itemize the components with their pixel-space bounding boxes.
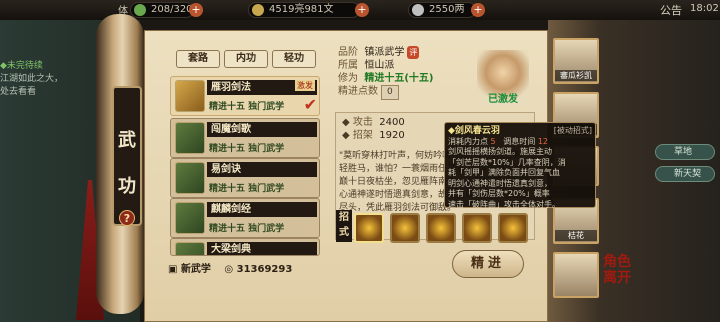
school-value: 恒山派 [364, 60, 395, 71]
tooltip-text: 「剑芒层数*10%」几率查阴，消 [448, 157, 566, 167]
skill-info: 品阶 镇派武学评 所属 恒山派 修为 精进十五(十五) 精进点数 0 [338, 46, 434, 100]
stamina-add-button[interactable]: + [189, 3, 203, 17]
coin-icon [252, 4, 264, 16]
role-label: 角色 [603, 254, 631, 270]
clock: 18:02 [690, 3, 719, 14]
cooldown-label: 调息时间 [503, 136, 536, 146]
character-portrait[interactable] [553, 252, 599, 298]
parry-label: 招架 [352, 130, 373, 141]
checkmark-icon: ✔ [303, 95, 317, 114]
skill-name: 麒麟剑经 [207, 202, 317, 217]
cost-value: 5 [490, 136, 496, 146]
tooltip-text: 耗「剑甲」满除负面并回复气血 [448, 168, 560, 177]
skill-item[interactable]: 大梁剑典 [170, 238, 320, 256]
grade-value: 镇派武学 [364, 47, 405, 58]
currency-add-button[interactable]: + [355, 3, 369, 17]
silver-add-button[interactable]: + [471, 3, 485, 17]
skill-desc: 精进十五 独门武学 [209, 184, 285, 194]
silver-counter: 2550两 + [408, 2, 485, 18]
tooltip-text: 明剑心通神遣时悟遗真剑意， [448, 178, 552, 188]
stats: ◆ 攻击 2400 ◆ 招架 1920 [342, 117, 405, 141]
move-icon[interactable] [354, 213, 384, 243]
stamina-icon [134, 4, 146, 16]
points-value: 31369293 [236, 264, 293, 275]
role-seal-button[interactable]: 角色 离开 [603, 254, 639, 286]
grass-button[interactable]: 草地 [655, 144, 715, 160]
tab-inner-skill[interactable]: 内功 [224, 50, 268, 68]
grass-label: 草地 [674, 147, 693, 157]
quest-tracker[interactable]: ◆未完待续 江湖如此之大， 处去看看 [0, 60, 110, 99]
moves-label: 招式 [336, 210, 352, 242]
level-label: 修为 [338, 73, 358, 84]
portrait-name: 審瓜衫凯 [555, 70, 597, 81]
parry-value: 1920 [379, 130, 405, 141]
skill-name: 闯魔剑歌 [207, 122, 317, 137]
skill-book-icon [175, 242, 205, 255]
page-title: 武功 [112, 86, 142, 226]
stamina-counter: 208/320 + [130, 2, 203, 18]
activated-label: 已激发 [488, 94, 518, 105]
skill-name: 易剑诀 [207, 162, 317, 177]
currency-counter: 4519亮981文 + [248, 2, 369, 18]
tooltip-text: 并有「剑伤层数*20%」概率 [448, 189, 550, 198]
skill-book-icon [175, 162, 205, 194]
points-display: ◎ 31369293 [224, 264, 293, 275]
activated-badge: 激发 [295, 80, 315, 91]
skill-book-icon [175, 80, 205, 112]
cooldown-value: 12 [537, 136, 549, 146]
new-skill-button[interactable]: ▣ 新武学 [168, 264, 211, 275]
tab-routine[interactable]: 套路 [176, 50, 220, 68]
advance-points-value: 0 [381, 85, 399, 100]
skill-item[interactable]: 麒麟剑经 精进十五 独门武学 [170, 198, 320, 238]
bottom-bar: ▣ 新武学 ◎ 31369293 [168, 260, 328, 275]
cost-label: 消耗内力点 [448, 136, 488, 146]
skill-desc: 精进十五 独门武学 [209, 144, 285, 154]
skill-book-icon [175, 122, 205, 154]
quest-text-2: 处去看看 [0, 87, 37, 97]
leave-label: 离开 [603, 270, 631, 286]
advance-button[interactable]: 精进 [452, 250, 524, 278]
move-tooltip: ◆剑风春云羽 [被动招式] 消耗内力点 5 调息时间 12 剑风摇摇横扬剑道。施… [444, 122, 596, 209]
new-pact-label: 新天契 [674, 169, 702, 179]
advance-points-label: 精进点数 [338, 86, 378, 97]
silver-icon [412, 4, 424, 16]
skill-name: 大梁剑典 [207, 242, 317, 255]
quest-text: 江湖如此之大， [0, 74, 64, 84]
skill-desc: 精进十五 独门武学 [209, 224, 285, 234]
grade-badge: 评 [407, 46, 420, 59]
help-button[interactable]: ? [119, 210, 135, 226]
grade-label: 品阶 [338, 47, 358, 58]
skill-desc: 精进十五 独门武学 [209, 102, 285, 112]
tooltip-type: [被动招式] [553, 126, 592, 135]
tooltip-text: 剑风摇摇横扬剑道。施展主动 [448, 147, 552, 156]
attack-value: 2400 [379, 117, 405, 128]
skill-item[interactable]: 闯魔剑歌 精进十五 独门武学 [170, 118, 320, 158]
character-portrait[interactable]: 審瓜衫凯 [553, 38, 599, 84]
new-skill-label: 新武学 [180, 264, 211, 275]
move-icon[interactable] [498, 213, 528, 243]
attack-label: 攻击 [352, 117, 373, 128]
new-pact-button[interactable]: 新天契 [655, 166, 715, 182]
skill-book-icon [175, 202, 205, 234]
school-label: 所属 [338, 60, 358, 71]
move-icon[interactable] [462, 213, 492, 243]
move-icon[interactable] [426, 213, 456, 243]
quest-title: ◆未完待续 [0, 61, 43, 71]
skill-item[interactable]: 雁羽剑法 激发 精进十五 独门武学 ✔ [170, 76, 320, 116]
skill-item[interactable]: 易剑诀 精进十五 独门武学 [170, 158, 320, 198]
tab-lightness[interactable]: 轻功 [272, 50, 316, 68]
tooltip-title: ◆剑风春云羽 [448, 126, 500, 136]
notice-button[interactable]: 公告 [660, 2, 682, 18]
tooltip-text: 速击「破阵曲」攻击全体对手。 [448, 199, 560, 209]
level-value: 精进十五(十五) [364, 73, 434, 84]
portrait-name: 桔花 [555, 230, 597, 241]
move-icon[interactable] [390, 213, 420, 243]
